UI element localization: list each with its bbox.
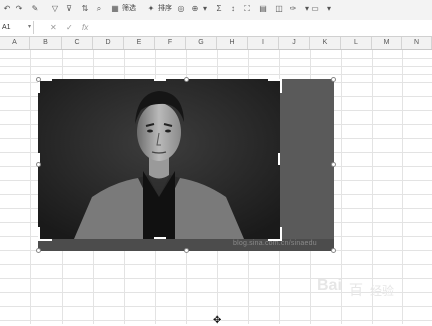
column-header[interactable]: I bbox=[248, 37, 279, 49]
resize-handle[interactable] bbox=[331, 162, 336, 167]
sort-label[interactable]: 排序 bbox=[158, 4, 172, 14]
image-watermark-url: blog.sina.com.cn/sinaedu bbox=[233, 240, 317, 247]
crop-edge-handle[interactable] bbox=[154, 79, 166, 81]
portrait-photo[interactable] bbox=[38, 79, 280, 239]
chart-icon[interactable]: ✦ bbox=[146, 4, 156, 14]
sort-az-icon[interactable]: ↕ bbox=[228, 4, 238, 14]
color-icon[interactable]: ✑ bbox=[288, 4, 298, 14]
grid-line bbox=[0, 306, 432, 307]
find-icon[interactable]: ⌕ bbox=[94, 4, 104, 14]
comment-icon[interactable]: ▭ bbox=[310, 4, 320, 14]
crop-corner-handle[interactable] bbox=[268, 227, 282, 241]
dropdown-icon[interactable]: ▾ bbox=[200, 4, 210, 14]
column-header[interactable]: D bbox=[93, 37, 124, 49]
grid-line bbox=[0, 278, 432, 279]
column-header[interactable]: G bbox=[186, 37, 217, 49]
more-icon[interactable]: ▾ bbox=[324, 4, 334, 14]
grid-line bbox=[0, 58, 432, 59]
grid-line bbox=[0, 74, 432, 75]
cancel-icon[interactable]: ✕ bbox=[50, 21, 57, 34]
sort-icon[interactable]: ⇅ bbox=[80, 4, 90, 14]
column-header[interactable]: L bbox=[341, 37, 372, 49]
column-header[interactable]: N bbox=[402, 37, 432, 49]
baidu-jingyan-text: 经验 bbox=[370, 284, 395, 298]
cell-format-icon[interactable]: ▦ bbox=[110, 4, 120, 14]
grid-line bbox=[0, 66, 432, 67]
formula-bar: A1 ▾ ✕ ✓ fx bbox=[0, 20, 432, 37]
column-header-row: A B C D E F G H I J K L M N bbox=[0, 37, 432, 50]
resize-handle[interactable] bbox=[331, 77, 336, 82]
resize-handle[interactable] bbox=[184, 248, 189, 253]
format-painter-icon[interactable]: ✎ bbox=[30, 4, 40, 14]
ribbon-toolbar: ↶ ↷ ✎ ▽ ⊽ ⇅ ⌕ ▦ 筛选 ✦ 排序 ◎ ⊕ ▾ Σ ↕ ⛶ ▤ ◫ … bbox=[0, 0, 432, 21]
column-header[interactable]: F bbox=[155, 37, 186, 49]
confirm-icon[interactable]: ✓ bbox=[66, 21, 73, 34]
fx-icon[interactable]: fx bbox=[82, 21, 88, 34]
column-header[interactable]: B bbox=[30, 37, 62, 49]
resize-handle[interactable] bbox=[36, 162, 41, 167]
column-header[interactable]: J bbox=[279, 37, 310, 49]
move-cursor-icon: ✥ bbox=[213, 315, 222, 326]
table-style-icon[interactable]: ◎ bbox=[176, 4, 186, 14]
filter-label[interactable]: 筛选 bbox=[122, 4, 136, 14]
grid-line bbox=[0, 292, 432, 293]
formula-input[interactable] bbox=[96, 21, 430, 34]
baidu-paw-icon: 百 bbox=[349, 282, 363, 298]
sum-icon[interactable]: Σ bbox=[214, 4, 224, 14]
crop-edge-handle[interactable] bbox=[154, 237, 166, 239]
symbol-icon[interactable]: ⊕ bbox=[190, 4, 200, 14]
resize-handle[interactable] bbox=[184, 77, 189, 82]
grid-line bbox=[0, 264, 432, 265]
crop-corner-handle[interactable] bbox=[38, 227, 52, 241]
resize-handle[interactable] bbox=[331, 248, 336, 253]
fill-icon[interactable]: ◫ bbox=[274, 4, 284, 14]
grid-line bbox=[30, 50, 31, 324]
column-header[interactable]: M bbox=[372, 37, 402, 49]
undo-icon[interactable]: ↶ bbox=[2, 4, 12, 14]
grid-line bbox=[402, 50, 403, 324]
column-header[interactable]: K bbox=[310, 37, 341, 49]
redo-icon[interactable]: ↷ bbox=[14, 4, 24, 14]
column-header[interactable]: C bbox=[62, 37, 93, 49]
resize-handle[interactable] bbox=[36, 77, 41, 82]
column-header[interactable]: A bbox=[0, 37, 30, 49]
freeze-icon[interactable]: ▤ bbox=[258, 4, 268, 14]
column-header[interactable]: H bbox=[217, 37, 248, 49]
portrait-illustration bbox=[38, 79, 280, 239]
name-box-dropdown-icon[interactable]: ▾ bbox=[28, 21, 31, 34]
filter-dropdown-icon[interactable]: ⊽ bbox=[64, 4, 74, 14]
filter-icon[interactable]: ▽ bbox=[50, 4, 60, 14]
crop-icon[interactable]: ⛶ bbox=[242, 4, 252, 14]
resize-handle[interactable] bbox=[36, 248, 41, 253]
column-header[interactable]: E bbox=[124, 37, 155, 49]
baidu-logo: Bai bbox=[317, 277, 342, 294]
crop-edge-handle[interactable] bbox=[278, 153, 280, 165]
crop-corner-handle[interactable] bbox=[268, 79, 282, 93]
